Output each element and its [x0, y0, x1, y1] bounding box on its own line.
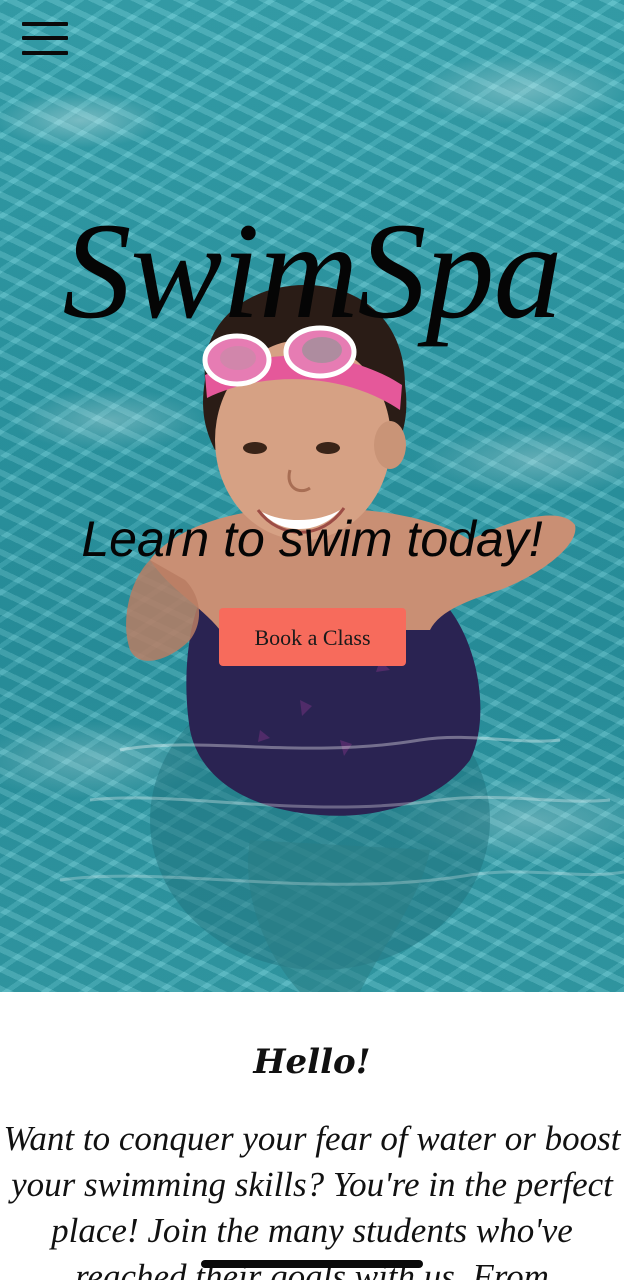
hamburger-menu-icon[interactable]	[20, 20, 70, 60]
swimmer-photo	[59, 285, 624, 992]
swimmer-ear-right	[374, 421, 406, 469]
menu-bar	[22, 51, 68, 55]
swimmer-eye-right	[316, 442, 340, 454]
brand-title: SwimSpa	[62, 194, 562, 347]
swimmer-eye-left	[243, 442, 267, 454]
hero-tagline: Learn to swim today!	[81, 511, 543, 567]
home-indicator[interactable]	[201, 1260, 423, 1268]
intro-body-text: Want to conquer your fear of water or bo…	[3, 1119, 621, 1280]
intro-section: Hello! Want to conquer your fear of wate…	[0, 992, 624, 1280]
goggles-lens-left-tint	[220, 346, 256, 370]
page: SwimSpa Learn to swim today! Book a Clas…	[0, 0, 624, 1280]
menu-bar	[22, 22, 68, 26]
intro-heading: Hello!	[253, 1042, 371, 1082]
swimmer-legs	[248, 840, 430, 992]
book-class-button[interactable]: Book a Class	[219, 608, 406, 666]
hero-section: SwimSpa Learn to swim today! Book a Clas…	[0, 0, 624, 992]
menu-bar	[22, 36, 68, 40]
